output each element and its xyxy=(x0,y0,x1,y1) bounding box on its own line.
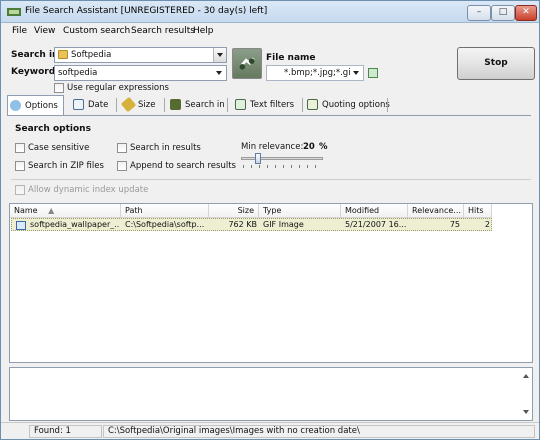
start-search-button[interactable] xyxy=(232,48,262,79)
maximize-button[interactable]: □ xyxy=(491,5,515,21)
file-mask-icon[interactable] xyxy=(368,68,378,78)
search-in-results-checkbox[interactable] xyxy=(117,143,127,153)
min-relevance-label: Min relevance: xyxy=(241,142,304,152)
options-tabs: Options Date Size Search in Text filters… xyxy=(7,95,531,115)
status-found: Found: 1 xyxy=(29,425,102,438)
column-name[interactable]: Name ▲ xyxy=(10,204,121,218)
tab-options[interactable]: Options xyxy=(7,95,64,115)
row-size: 762 KB xyxy=(228,220,257,229)
tab-search-in[interactable]: Search in xyxy=(168,95,228,115)
column-type[interactable]: Type xyxy=(259,204,341,218)
tab-quoting-options-label: Quoting options xyxy=(322,100,390,110)
min-relevance-unit: % xyxy=(319,142,328,152)
keyword-value: softpedia xyxy=(58,68,98,78)
chevron-down-icon[interactable] xyxy=(213,48,226,62)
results-list[interactable]: Name ▲ Path Size Type Modified Relevance… xyxy=(9,203,533,363)
scroll-up-icon[interactable] xyxy=(523,374,529,378)
case-sensitive-checkbox[interactable] xyxy=(15,143,25,153)
close-button[interactable]: ✕ xyxy=(515,5,537,21)
row-modified: 5/21/2007 16... xyxy=(345,220,407,229)
append-results-checkbox[interactable] xyxy=(117,161,127,171)
menu-help[interactable]: Help xyxy=(193,26,214,36)
folder-icon xyxy=(58,50,68,59)
binoculars-icon xyxy=(170,99,181,110)
column-path[interactable]: Path xyxy=(121,204,209,218)
tab-size[interactable]: Size xyxy=(120,95,165,115)
menu-search-results[interactable]: Search results xyxy=(131,26,195,36)
preview-pane[interactable] xyxy=(9,367,533,421)
column-modified[interactable]: Modified xyxy=(341,204,408,218)
append-results-label: Append to search results xyxy=(130,161,236,171)
quote-icon xyxy=(307,99,318,110)
stop-button[interactable]: Stop xyxy=(457,47,535,80)
file-name-value: *.bmp;*.jpg;*.gif) xyxy=(284,68,357,78)
chevron-down-icon[interactable] xyxy=(213,66,226,80)
binoculars-icon xyxy=(239,57,255,70)
file-name-combo[interactable]: *.bmp;*.jpg;*.gif) xyxy=(266,65,364,81)
menu-file[interactable]: File xyxy=(12,26,27,36)
menu-bar: File View Custom search Search results H… xyxy=(1,23,539,40)
text-filter-icon xyxy=(235,99,246,110)
case-sensitive-label: Case sensitive xyxy=(28,143,90,153)
search-in-zip-checkbox[interactable] xyxy=(15,161,25,171)
sort-ascending-icon: ▲ xyxy=(48,206,55,215)
tab-date-label: Date xyxy=(88,100,109,110)
row-relevance: 75 xyxy=(449,220,460,229)
gif-file-icon xyxy=(16,221,26,230)
ruler-icon xyxy=(120,96,137,113)
search-options-title: Search options xyxy=(15,124,91,134)
file-name-label: File name xyxy=(266,53,316,63)
tab-size-label: Size xyxy=(138,100,156,110)
keyword-combo[interactable]: softpedia xyxy=(54,65,227,81)
column-hits[interactable]: Hits xyxy=(464,204,492,218)
column-size[interactable]: Size xyxy=(209,204,259,218)
row-type: GIF Image xyxy=(263,220,304,229)
column-relevance[interactable]: Relevance... xyxy=(408,204,464,218)
chevron-down-icon[interactable] xyxy=(350,66,363,80)
relevance-slider-thumb[interactable] xyxy=(255,153,261,164)
status-path: C:\Softpedia\Original images\Images with… xyxy=(103,425,535,438)
row-path: C:\Softpedia\softp... xyxy=(125,220,205,229)
menu-view[interactable]: View xyxy=(34,26,55,36)
minimize-button[interactable]: – xyxy=(467,5,491,21)
tab-search-in-label: Search in xyxy=(185,100,225,110)
scroll-down-icon[interactable] xyxy=(523,410,529,414)
search-in-results-label: Search in results xyxy=(130,143,201,153)
search-in-value: Softpedia xyxy=(71,50,112,60)
use-regex-checkbox[interactable] xyxy=(54,83,64,93)
row-name: softpedia_wallpaper_... xyxy=(30,220,120,229)
menu-custom-search[interactable]: Custom search xyxy=(63,26,130,36)
tab-quoting-options[interactable]: Quoting options xyxy=(305,95,390,115)
window-title: File Search Assistant [UNREGISTERED - 30… xyxy=(25,6,268,16)
tab-options-label: Options xyxy=(25,101,58,111)
allow-dynamic-checkbox xyxy=(15,185,25,195)
tab-date[interactable]: Date xyxy=(71,95,115,115)
search-in-combo[interactable]: Softpedia xyxy=(54,47,227,63)
title-bar: File Search Assistant [UNREGISTERED - 30… xyxy=(1,1,539,23)
tab-text-filters[interactable]: Text filters xyxy=(233,95,303,115)
calendar-icon xyxy=(73,99,84,110)
app-icon xyxy=(7,8,21,16)
keyword-label: Keyword xyxy=(11,67,56,77)
tab-text-filters-label: Text filters xyxy=(250,100,295,110)
search-in-label: Search in xyxy=(11,50,59,60)
column-name-label: Name xyxy=(14,206,38,215)
app-window: File Search Assistant [UNREGISTERED - 30… xyxy=(0,0,540,440)
table-row[interactable]: softpedia_wallpaper_... C:\Softpedia\sof… xyxy=(11,218,492,231)
relevance-slider-ticks xyxy=(243,165,323,168)
allow-dynamic-label: Allow dynamic index update xyxy=(28,185,149,195)
row-hits: 2 xyxy=(484,220,490,229)
use-regex-label: Use regular expressions xyxy=(67,83,169,93)
search-in-zip-label: Search in ZIP files xyxy=(28,161,104,171)
min-relevance-value: 20 xyxy=(303,142,315,152)
status-bar: Found: 1 C:\Softpedia\Original images\Im… xyxy=(1,422,539,439)
gear-icon xyxy=(10,100,21,111)
relevance-slider-track[interactable] xyxy=(241,157,323,160)
